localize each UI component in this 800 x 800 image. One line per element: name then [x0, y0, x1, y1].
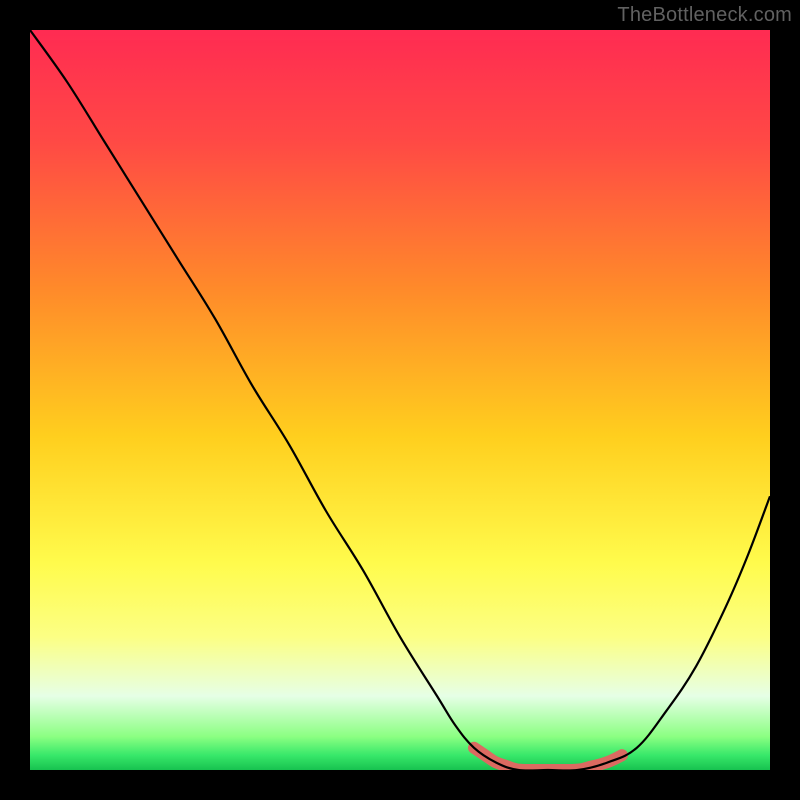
chart-stage: TheBottleneck.com: [0, 0, 800, 800]
attribution-text: TheBottleneck.com: [617, 4, 792, 27]
gradient-background: [30, 30, 770, 770]
bottleneck-chart: [0, 0, 800, 800]
